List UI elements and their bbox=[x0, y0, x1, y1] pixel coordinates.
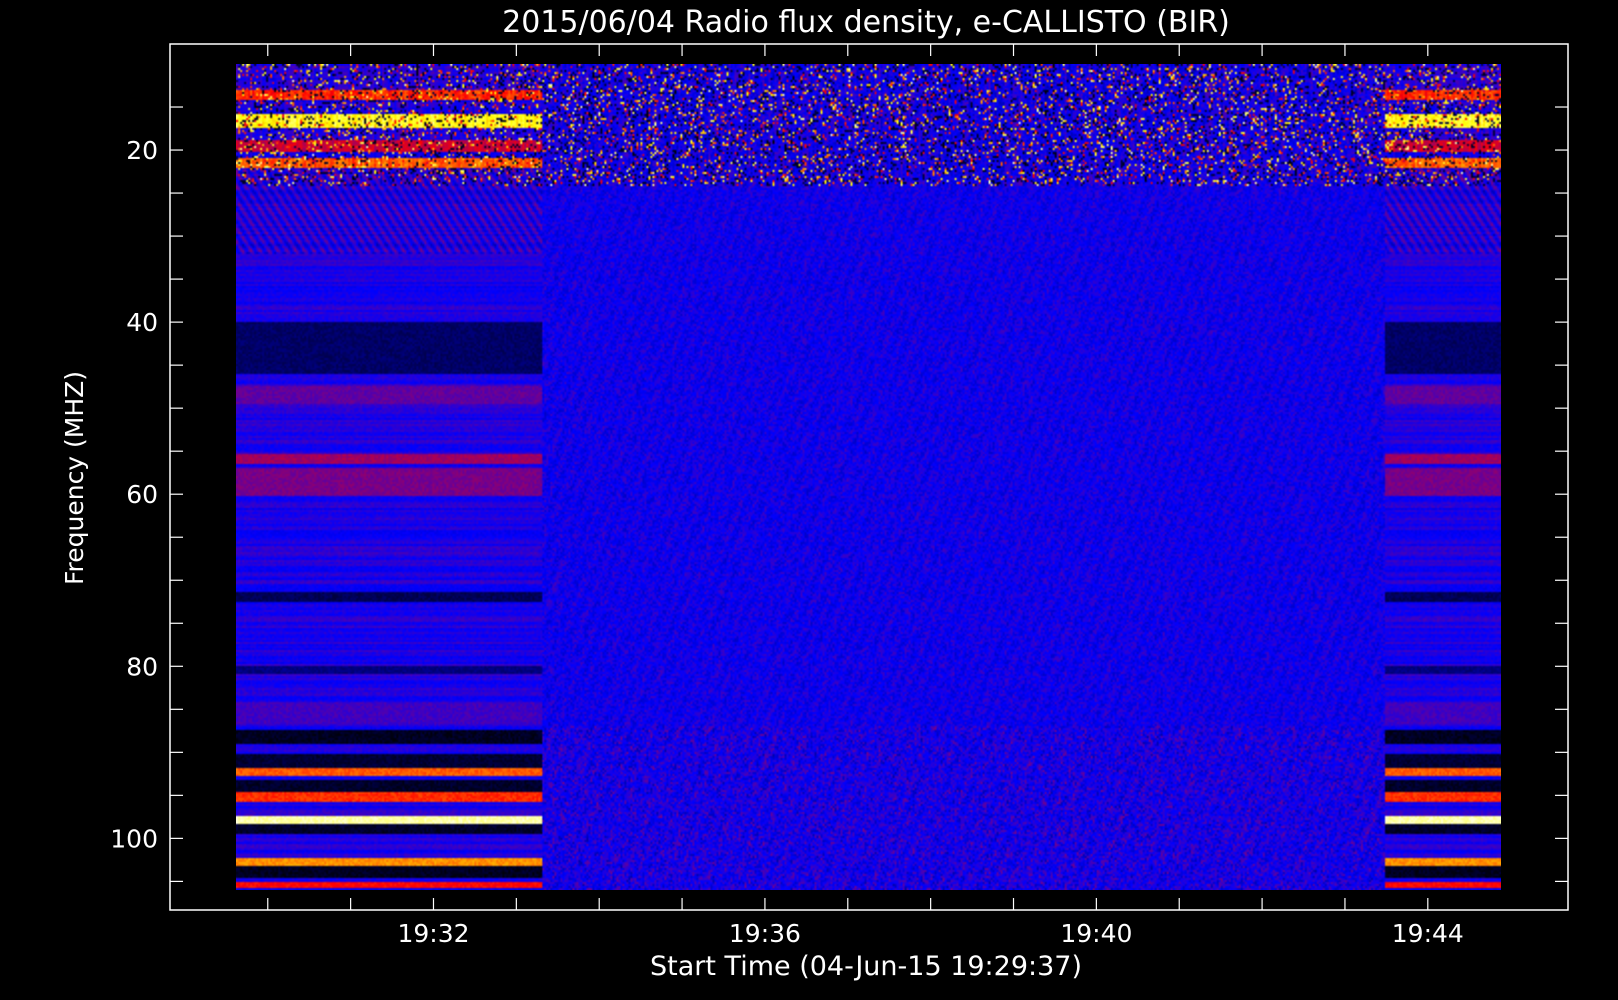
x-tick-label: 19:40 bbox=[1060, 919, 1132, 948]
x-tick-label: 19:44 bbox=[1392, 919, 1464, 948]
spectrogram-chart: 2015/06/04 Radio flux density, e-CALLIST… bbox=[0, 0, 1618, 1000]
x-axis-label: Start Time (04-Jun-15 19:29:37) bbox=[650, 951, 1082, 982]
y-tick-label: 60 bbox=[126, 480, 158, 509]
y-tick-label: 40 bbox=[126, 308, 158, 337]
spectrogram-heatmap bbox=[236, 64, 1501, 890]
y-tick-label: 80 bbox=[126, 652, 158, 681]
y-axis-label: Frequency (MHZ) bbox=[60, 371, 89, 585]
y-tick-label: 100 bbox=[110, 824, 158, 853]
chart-title: 2015/06/04 Radio flux density, e-CALLIST… bbox=[502, 5, 1230, 40]
x-tick-label: 19:32 bbox=[397, 919, 469, 948]
x-tick-label: 19:36 bbox=[729, 919, 801, 948]
y-tick-label: 20 bbox=[126, 136, 158, 165]
plot-area bbox=[169, 43, 1569, 911]
